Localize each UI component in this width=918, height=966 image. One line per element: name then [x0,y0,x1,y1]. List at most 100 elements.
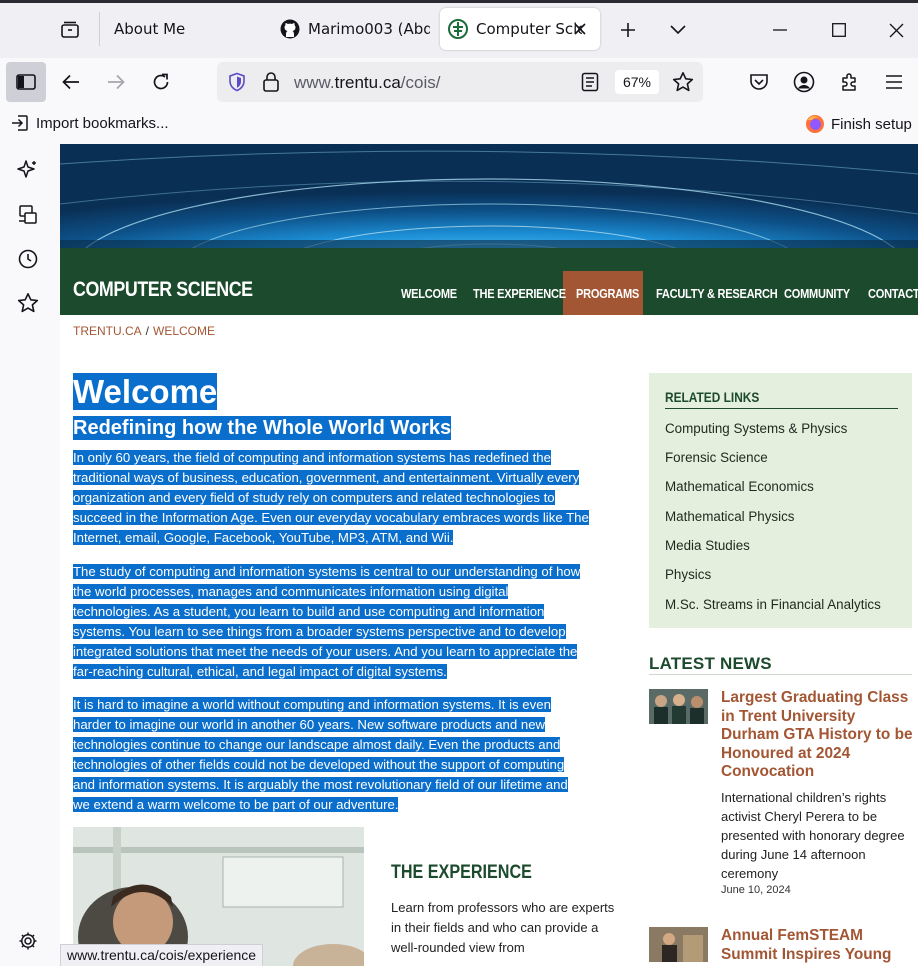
address-bar[interactable]: www.trentu.ca/cois/ 67% [217,62,703,102]
import-icon [12,115,28,131]
news-description-1: International children’s rights activist… [721,790,905,881]
nav-contact[interactable]: CONTACT [868,271,918,315]
new-tab-button[interactable] [612,14,644,46]
site-title[interactable]: COMPUTER SCIENCE [73,278,253,302]
minimize-button[interactable] [764,14,796,46]
window-top-edge [0,0,918,3]
reload-button[interactable] [141,62,181,102]
synced-tabs-icon [19,205,37,224]
plus-icon [621,23,635,37]
import-bookmarks-button[interactable]: Import bookmarks... [11,114,169,132]
related-link-forensic-science[interactable]: Forensic Science [665,450,768,465]
paragraph-2: The study of computing and information s… [73,562,623,682]
puzzle-icon [842,73,856,91]
paragraph-1: In only 60 years, the field of computing… [73,448,623,548]
reader-view-icon[interactable] [581,72,599,96]
text-line: technologies continue to change our land… [73,737,561,752]
tab-separator [99,12,100,46]
close-tab-icon[interactable] [570,19,590,39]
shield-icon[interactable] [227,72,247,96]
related-link-mathematical-economics[interactable]: Mathematical Economics [665,479,814,494]
breadcrumb-link-welcome[interactable]: WELCOME [153,324,215,338]
link-status-url: www.trentu.ca/cois/experience [60,944,264,966]
experience-heading[interactable]: THE EXPERIENCE [391,862,532,884]
breadcrumb-separator: / [145,324,150,338]
text-line: integrated solutions that meet the needs… [73,644,578,659]
text-line: systems. You learn to see things from a … [73,624,566,639]
tab-github[interactable]: Marimo003 (Abdu [280,8,430,50]
url-text[interactable]: www.trentu.ca/cois/ [294,73,440,93]
tab-label: Computer Scie [476,20,582,38]
text-line: It is hard to imagine a world without co… [73,697,551,712]
url-prefix: www. [294,73,335,92]
news-headline-1[interactable]: Largest Graduating Class in Trent Univer… [721,689,916,782]
ai-chatbot-button[interactable] [10,152,46,188]
tab-about-me[interactable]: About Me [114,8,264,50]
sidebar-toggle-button[interactable] [6,62,46,102]
latest-news-divider [649,674,912,675]
text-line: succeed in the Information Age. Even our… [73,510,589,525]
related-link-physics[interactable]: Physics [665,567,711,582]
news-date-1: June 10, 2024 [721,884,791,896]
text-line: technologies of other fields could not b… [73,757,565,772]
firefox-view-button[interactable] [52,14,88,46]
news-thumbnail-femsteam[interactable] [649,927,708,962]
clock-icon [18,249,38,269]
header-banner-image [60,144,918,248]
tab-label: About Me [114,20,186,38]
back-button[interactable] [51,62,91,102]
chevron-down-icon [670,25,686,35]
close-window-button[interactable] [880,14,912,46]
nav-welcome[interactable]: WELCOME [401,271,457,315]
forward-button[interactable] [96,62,136,102]
maximize-button[interactable] [823,14,855,46]
paragraph-3: It is hard to imagine a world without co… [73,695,623,815]
text-line: organization and every field of study re… [73,490,555,505]
page-subheading: Redefining how the Whole World Works [73,416,452,440]
import-bookmarks-label: Import bookmarks... [36,114,169,132]
related-link-mathematical-physics[interactable]: Mathematical Physics [665,509,795,524]
pocket-button[interactable] [739,62,779,102]
arrow-left-icon [62,74,79,90]
nav-community[interactable]: COMMUNITY [784,271,850,315]
text-line: technologies. As a student, you learn to… [73,604,545,619]
tab-computer-science[interactable]: Computer Scie [440,8,600,50]
page-content: COMPUTER SCIENCE WELCOME THE EXPERIENCE … [60,144,918,966]
close-icon [889,23,903,37]
trent-crest-icon [448,19,468,39]
text-line: In only 60 years, the field of computing… [73,450,551,465]
zoom-reset-button[interactable]: 67% [615,70,659,94]
bookmarks-toolbar: Import bookmarks... Finish setup [0,106,918,144]
history-button[interactable] [10,241,46,277]
nav-the-experience[interactable]: THE EXPERIENCE [473,271,566,315]
page-heading: Welcome [73,373,218,410]
nav-faculty-research[interactable]: FACULTY & RESEARCH [656,271,778,315]
customize-sidebar-button[interactable] [10,923,46,959]
gear-icon [19,932,37,950]
bookmarks-button[interactable] [10,285,46,321]
firefox-view-icon [61,21,79,38]
news-thumbnail-graduation[interactable] [649,689,708,724]
lock-icon[interactable] [262,71,280,97]
hamburger-icon [886,75,902,89]
related-links-panel: RELATED LINKS Computing Systems & Physic… [649,373,912,628]
text-line: traditional ways of business, education,… [73,470,580,485]
related-link-media-studies[interactable]: Media Studies [665,538,750,553]
finish-setup-button[interactable]: Finish setup [805,114,912,134]
list-all-tabs-button[interactable] [662,14,694,46]
related-link-financial-analytics[interactable]: M.Sc. Streams in Financial Analytics [665,597,881,612]
breadcrumb-link-trentu[interactable]: TRENTU.CA [73,324,142,338]
account-button[interactable] [784,62,824,102]
extensions-button[interactable] [830,62,870,102]
navigation-toolbar: www.trentu.ca/cois/ 67% [0,58,918,106]
news-headline-2[interactable]: Annual FemSTEAM Summit Inspires Young [721,927,916,964]
related-link-computing-systems-physics[interactable]: Computing Systems & Physics [665,421,847,436]
nav-programs[interactable]: PROGRAMS [576,271,639,315]
firefox-logo-icon [806,115,824,133]
synced-tabs-button[interactable] [10,197,46,233]
app-menu-button[interactable] [874,62,914,102]
text-line: far-reaching cultural, ethical, and lega… [73,664,447,679]
star-icon[interactable] [672,71,694,97]
globe-graphic [60,144,918,248]
text-line: Internet, email, Google, Facebook, YouTu… [73,530,454,545]
